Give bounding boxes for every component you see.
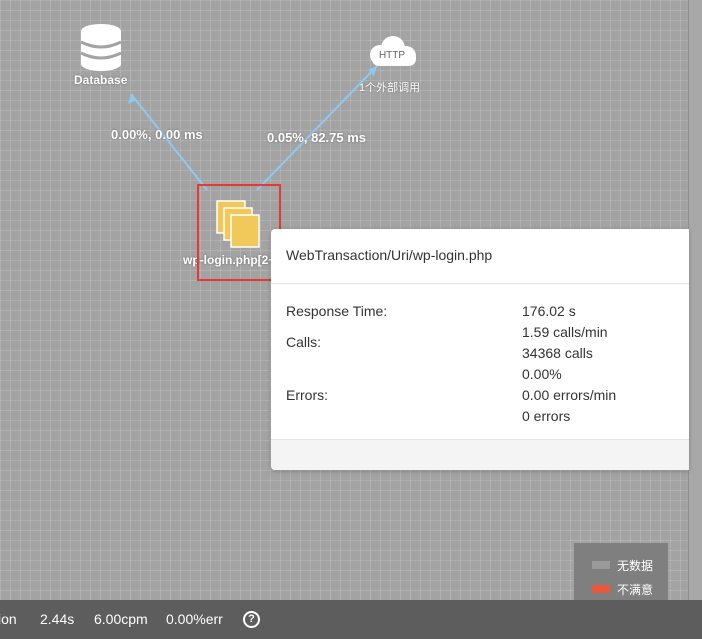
statusbar-label: ion — [0, 611, 17, 627]
edge-label-http: 0.05%, 82.75 ms — [267, 130, 367, 145]
tooltip-footer — [271, 440, 689, 470]
database-label: Database — [74, 73, 128, 87]
response-time-summary: 2.44s — [40, 611, 75, 627]
legend-swatch — [592, 561, 610, 569]
tooltip-title: WebTransaction/Uri/wp-login.php — [286, 247, 493, 263]
edge-label-database: 0.00%, 0.00 ms — [111, 127, 203, 142]
throughput-summary: 6.00cpm — [94, 611, 148, 627]
calls-percent-value: 0.00% — [522, 366, 562, 382]
errors-per-min-value: 0.00 errors/min — [522, 387, 617, 403]
legend-label: 不满意 — [617, 583, 654, 597]
edge-to-database-arrow — [128, 94, 137, 104]
node-highlight-box — [197, 184, 281, 281]
response-time-value: 176.02 s — [522, 303, 576, 319]
summary-statusbar: ion 2.44s 6.00cpm 0.00%err ? — [0, 600, 702, 639]
edge-to-database[interactable] — [130, 93, 208, 191]
legend-label: 无数据 — [617, 559, 654, 573]
legend-swatch — [592, 585, 610, 593]
http-label: 1个外部调用 — [359, 82, 421, 94]
node-tooltip: WebTransaction/Uri/wp-login.php Response… — [271, 229, 689, 470]
errors-label: Errors: — [286, 387, 328, 403]
tooltip-divider — [271, 283, 689, 284]
database-icon[interactable] — [80, 24, 122, 71]
calls-label: Calls: — [286, 334, 322, 350]
help-icon[interactable]: ? — [243, 611, 260, 628]
calls-total-value: 34368 calls — [522, 345, 593, 361]
calls-per-min-value: 1.59 calls/min — [522, 324, 608, 340]
errors-total-value: 0 errors — [522, 408, 571, 424]
http-badge-text: HTTP — [378, 50, 406, 61]
response-time-label: Response Time: — [286, 303, 388, 319]
error-rate-summary: 0.00%err — [166, 611, 223, 627]
